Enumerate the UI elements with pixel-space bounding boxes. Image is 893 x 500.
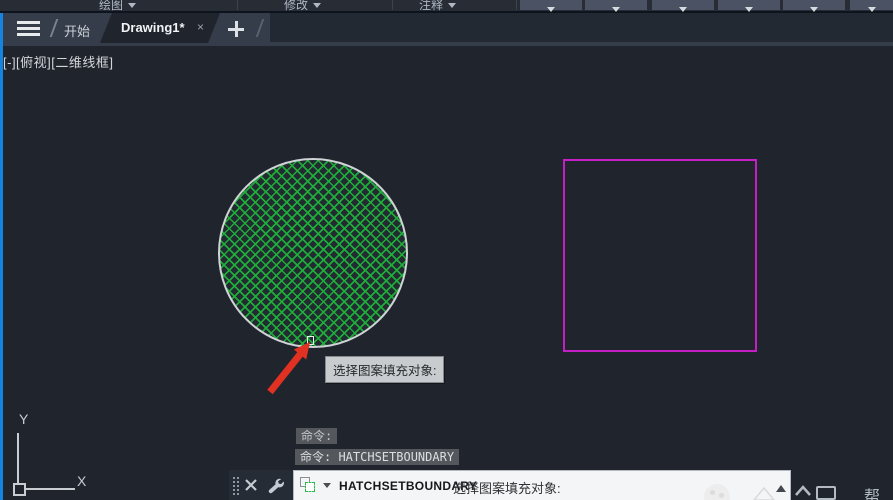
- chevron-down-icon: [128, 3, 136, 8]
- ribbon-separator: [237, 0, 238, 10]
- ribbon-separator: [392, 0, 393, 10]
- tab-separator: [256, 19, 265, 37]
- chevron-down-icon: [679, 7, 687, 12]
- new-tab-plus-icon[interactable]: [228, 21, 244, 37]
- chevron-down-icon: [547, 7, 555, 12]
- command-prompt-text: 选择图案填充对象:: [453, 478, 561, 497]
- command-dock: [229, 470, 293, 500]
- monitor-icon[interactable]: [816, 486, 836, 500]
- command-history-line: 命令:: [296, 428, 337, 444]
- wrench-icon[interactable]: [266, 476, 284, 494]
- ucs-x-label: X: [77, 473, 86, 489]
- ghost-triangle-icon: [753, 487, 775, 500]
- ucs-y-label: Y: [19, 411, 28, 427]
- file-tab-bar-empty-area: [270, 13, 893, 42]
- ribbon-panel-modify-label: 修改: [284, 0, 308, 12]
- status-orb-icon: [704, 484, 730, 500]
- chevron-down-icon: [612, 7, 620, 12]
- ribbon-collapsed-panel-button[interactable]: [718, 0, 780, 10]
- expand-history-icon[interactable]: [776, 485, 786, 492]
- tab-start[interactable]: 开始: [64, 21, 90, 40]
- hatch-tool-icon[interactable]: [300, 477, 316, 493]
- cursor-tooltip: 选择图案填充对象:: [325, 356, 444, 383]
- ribbon-collapsed-panel-button[interactable]: [652, 0, 714, 10]
- rectangle-object[interactable]: [563, 159, 757, 352]
- ribbon-separator: [516, 0, 517, 10]
- command-history-line: 命令: HATCHSETBOUNDARY: [295, 449, 459, 465]
- chevron-down-icon[interactable]: [323, 483, 331, 488]
- command-line-bar[interactable]: HATCHSETBOUNDARY 选择图案填充对象:: [293, 470, 791, 500]
- chevron-up-icon[interactable]: [794, 483, 812, 500]
- drag-grip-icon[interactable]: [232, 476, 239, 496]
- ribbon-panel-modify[interactable]: 修改: [284, 0, 321, 11]
- chevron-down-icon: [448, 3, 456, 8]
- ribbon-bar: 绘图 修改 注释: [0, 0, 893, 13]
- close-icon[interactable]: [244, 478, 258, 492]
- ribbon-collapsed-panel-button[interactable]: [520, 0, 582, 10]
- hamburger-menu-icon[interactable]: [17, 21, 40, 37]
- ribbon-panel-draw-label: 绘图: [99, 0, 123, 12]
- chevron-down-icon: [810, 7, 818, 12]
- tab-close-icon[interactable]: ×: [197, 20, 204, 34]
- viewport-controls-label[interactable]: [-][俯视][二维线框]: [3, 52, 114, 71]
- ribbon-panel-annotate-label: 注释: [419, 0, 443, 12]
- file-tab-bar: 开始 Drawing1* ×: [0, 13, 893, 46]
- ucs-x-axis-line: [25, 488, 75, 490]
- tab-separator: [50, 19, 59, 37]
- tab-drawing1[interactable]: Drawing1* ×: [100, 13, 220, 43]
- ribbon-collapsed-panel-button[interactable]: [850, 0, 893, 10]
- ribbon-panel-annotate[interactable]: 注释: [419, 0, 456, 11]
- chevron-down-icon: [313, 3, 321, 8]
- chevron-down-icon: [868, 7, 876, 12]
- ribbon-collapsed-panel-button[interactable]: [585, 0, 647, 10]
- hatched-circle-object[interactable]: [218, 158, 408, 348]
- ucs-y-axis-line: [17, 433, 19, 484]
- statusbar-partial-text[interactable]: 帮: [864, 483, 890, 500]
- ribbon-collapsed-panel-button[interactable]: [783, 0, 845, 10]
- red-arrow-annotation: [260, 335, 320, 400]
- window-edge-accent: [0, 13, 3, 500]
- autocad-window: 绘图 修改 注释 开始 Drawing1* × [-][俯视][二维线框] 选择…: [0, 0, 893, 500]
- ribbon-panel-draw[interactable]: 绘图: [99, 0, 136, 11]
- ucs-origin-box: [13, 483, 26, 496]
- chevron-down-icon: [745, 7, 753, 12]
- tab-drawing1-label: Drawing1*: [121, 20, 185, 35]
